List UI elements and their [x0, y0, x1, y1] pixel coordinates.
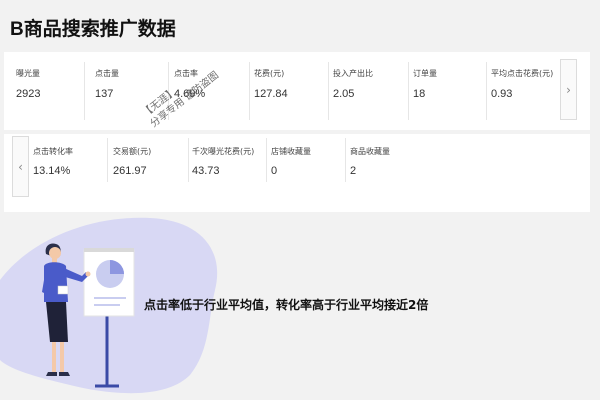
- metric-label-impressions: 曝光量: [16, 69, 40, 78]
- metric-value-roi: 2.05: [333, 88, 355, 100]
- metric-value-shop-favorites: 0: [271, 165, 278, 177]
- metric-value-spend: 127.84: [254, 88, 288, 100]
- summary-text: 点击率低于行业平均值，转化率高于行业平均接近2倍: [144, 298, 429, 312]
- metric-label-item-favorites: 商品收藏量: [350, 147, 390, 156]
- prev-page-button[interactable]: ‹: [12, 136, 29, 197]
- next-page-button[interactable]: ›: [560, 59, 577, 120]
- metric-label-roi: 投入产出比: [333, 69, 373, 78]
- metric-value-impressions: 2923: [16, 88, 41, 100]
- divider: [408, 62, 409, 120]
- divider: [107, 138, 108, 182]
- divider: [249, 62, 250, 120]
- metric-value-cpm: 43.73: [192, 165, 220, 177]
- metric-value-clicks: 137: [95, 88, 114, 100]
- metrics-panel-bottom: ‹ 点击转化率 13.14% 交易额(元) 261.97 千次曝光花费(元) 4…: [4, 134, 590, 212]
- metric-label-avg-cpc: 平均点击花费(元): [491, 69, 554, 78]
- metric-label-cpm: 千次曝光花费(元): [192, 147, 255, 156]
- metric-value-avg-cpc: 0.93: [491, 88, 513, 100]
- metrics-panel-top: 曝光量 2923 点击量 137 点击率 4.69% 花费(元) 127.84 …: [4, 52, 590, 130]
- metric-label-orders: 订单量: [413, 69, 437, 78]
- page-title: B商品搜索推广数据: [10, 19, 176, 40]
- metric-label-shop-favorites: 店铺收藏量: [271, 147, 311, 156]
- divider: [84, 62, 85, 120]
- metric-label-cvr: 点击转化率: [33, 147, 73, 156]
- divider: [486, 62, 487, 120]
- metric-value-orders: 18: [413, 88, 426, 100]
- metric-label-clicks: 点击量: [95, 69, 119, 78]
- chevron-left-icon: ‹: [18, 159, 23, 174]
- metric-label-spend: 花费(元): [254, 69, 285, 78]
- divider: [188, 138, 189, 182]
- divider: [266, 138, 267, 182]
- metric-value-cvr: 13.14%: [33, 165, 71, 177]
- chevron-right-icon: ›: [566, 82, 571, 97]
- divider: [345, 138, 346, 182]
- divider: [328, 62, 329, 120]
- metric-value-gmv: 261.97: [113, 165, 147, 177]
- metric-value-item-favorites: 2: [350, 165, 357, 177]
- metric-label-gmv: 交易额(元): [113, 147, 152, 156]
